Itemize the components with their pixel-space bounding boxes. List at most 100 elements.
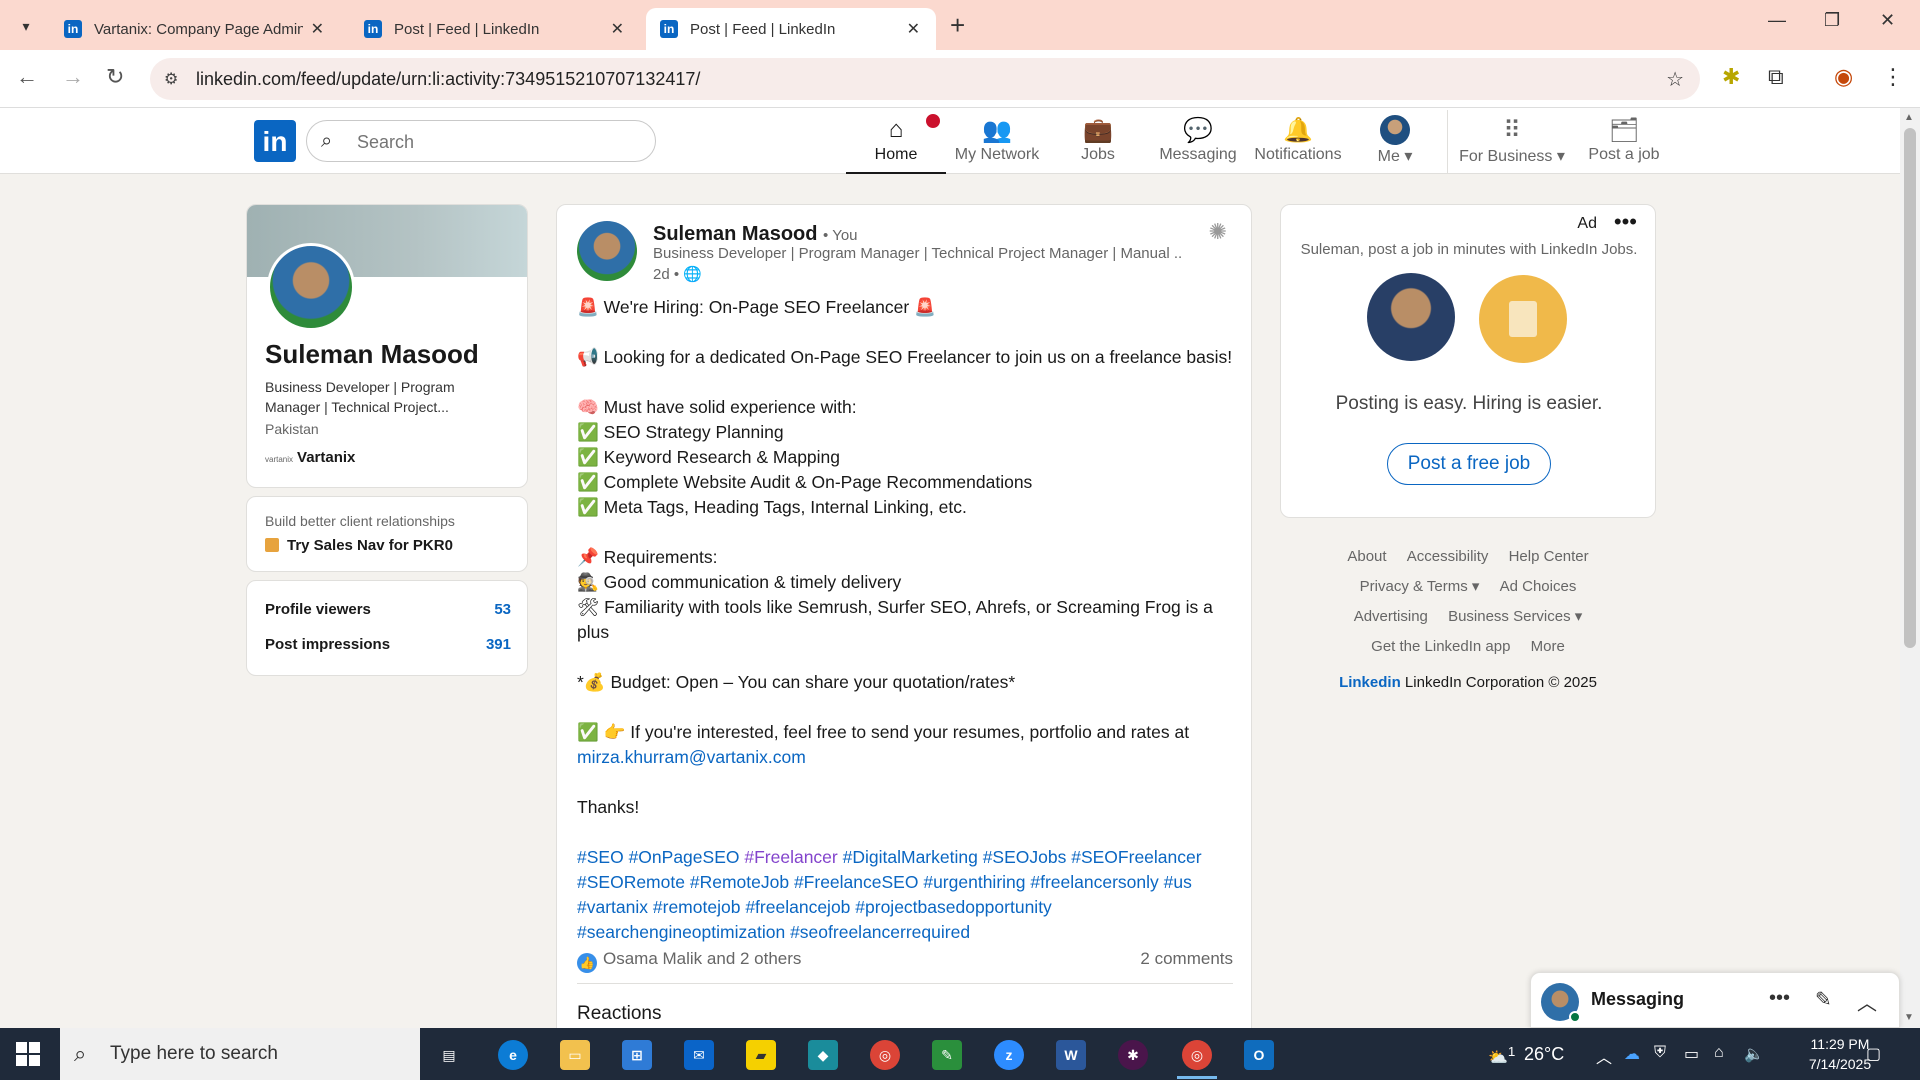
footer-link[interactable]: Accessibility (1407, 548, 1489, 565)
nav-post-a-job[interactable]: 🗂 Post a job (1576, 114, 1672, 174)
windows-start-icon[interactable] (16, 1042, 40, 1066)
hashtag-link[interactable]: #Freelancer (744, 847, 837, 867)
back-icon[interactable]: ← (16, 64, 38, 90)
bookmark-star-icon[interactable]: ☆ (1666, 67, 1684, 92)
nav-home[interactable]: ⌂ Home (846, 112, 946, 174)
hashtag-link[interactable]: #us (1164, 872, 1192, 892)
close-icon[interactable]: ✕ (311, 19, 324, 39)
close-icon[interactable]: ✕ (611, 19, 624, 39)
footer-link[interactable]: Help Center (1509, 548, 1589, 565)
footer-link[interactable]: Advertising (1354, 608, 1428, 625)
nav-my-network[interactable]: 👥 My Network (946, 114, 1048, 174)
footer-link[interactable]: Business Services ▾ (1448, 608, 1582, 625)
address-bar[interactable]: ⚙ linkedin.com/feed/update/urn:li:activi… (150, 58, 1700, 100)
maximize-icon[interactable]: ❐ (1824, 10, 1840, 31)
compose-icon[interactable]: ✎ (1815, 987, 1832, 1012)
hashtag-link[interactable]: #OnPageSEO (629, 847, 740, 867)
close-icon[interactable]: ✕ (907, 19, 920, 39)
zoom-icon[interactable]: z (994, 1040, 1024, 1070)
hashtag-link[interactable]: #DigitalMarketing (843, 847, 978, 867)
nav-jobs[interactable]: 💼 Jobs (1058, 114, 1138, 174)
reactions-count[interactable]: 👍 Osama Malik and 2 others (577, 949, 801, 973)
extension-icon[interactable]: ✱ (1722, 64, 1740, 90)
hashtag-link[interactable]: #SEOJobs (983, 847, 1067, 867)
hashtag-link[interactable]: #SEO (577, 847, 624, 867)
scrollbar-thumb[interactable] (1904, 128, 1916, 648)
hashtag-link[interactable]: #projectbasedopportunity (855, 897, 1052, 917)
weather-temp[interactable]: 26°C (1524, 1044, 1564, 1065)
stat-post-impressions[interactable]: Post impressions 391 (265, 636, 511, 653)
store-icon[interactable]: ⊞ (622, 1040, 652, 1070)
hashtag-link[interactable]: #searchengineoptimization (577, 922, 785, 942)
extensions-puzzle-icon[interactable]: ⧉ (1768, 64, 1784, 90)
reload-icon[interactable]: ↻ (106, 64, 124, 90)
search-box[interactable]: ⌕ (306, 120, 656, 162)
hashtag-link[interactable]: #vartanix (577, 897, 648, 917)
footer-link[interactable]: Ad Choices (1500, 578, 1577, 595)
more-options-icon[interactable]: ••• (1614, 209, 1637, 235)
tab-search-chevron-icon[interactable]: ▾ (14, 14, 38, 38)
onedrive-icon[interactable]: ☁ (1624, 1044, 1640, 1064)
footer-link[interactable]: About (1347, 548, 1386, 565)
slack-icon[interactable]: ✱ (1118, 1040, 1148, 1070)
page-scrollbar[interactable]: ▲ ▼ (1900, 108, 1920, 1028)
edge-icon[interactable]: e (498, 1040, 528, 1070)
forward-icon[interactable]: → (62, 64, 84, 90)
salesnav-link[interactable]: Try Sales Nav for PKR0 (265, 537, 453, 554)
more-options-icon[interactable]: ••• (1769, 987, 1790, 1010)
outlook-icon[interactable]: O (1244, 1040, 1274, 1070)
task-view-icon[interactable]: ▤ (434, 1040, 464, 1070)
hashtag-link[interactable]: #SEORemote (577, 872, 685, 892)
browser-tab[interactable]: in Post | Feed | LinkedIn ✕ (350, 8, 640, 50)
security-icon[interactable]: ⛨ (1654, 1044, 1666, 1062)
footer-link[interactable]: Get the LinkedIn app (1371, 638, 1510, 655)
footer-link[interactable]: More (1531, 638, 1565, 655)
hashtag-link[interactable]: #urgenthiring (923, 872, 1025, 892)
scroll-down-icon[interactable]: ▼ (1904, 1012, 1914, 1023)
post-author[interactable]: Suleman Masood • You (653, 223, 858, 246)
hashtag-link[interactable]: #seofreelancerrequired (790, 922, 970, 942)
profile-icon[interactable]: ◉ (1834, 64, 1853, 90)
nav-me[interactable]: Me ▾ (1360, 114, 1430, 174)
battery-icon[interactable]: ▭ (1684, 1044, 1699, 1064)
hashtag-link[interactable]: #FreelanceSEO (794, 872, 919, 892)
hashtag-link[interactable]: #remotejob (653, 897, 741, 917)
chevron-up-icon[interactable]: ︿ (1596, 1044, 1612, 1068)
word-icon[interactable]: W (1056, 1040, 1086, 1070)
window-close-icon[interactable]: ✕ (1880, 10, 1895, 31)
footer-link[interactable]: Privacy & Terms ▾ (1360, 578, 1480, 595)
sticky-notes-icon[interactable]: ▰ (746, 1040, 776, 1070)
chrome-icon[interactable]: ◎ (870, 1040, 900, 1070)
notification-center-icon[interactable]: ▢ (1866, 1044, 1881, 1064)
browser-menu-icon[interactable]: ⋮ (1882, 64, 1904, 90)
profile-name[interactable]: Suleman Masood (265, 339, 479, 370)
volume-icon[interactable]: 🔈 (1744, 1044, 1764, 1064)
browser-tab[interactable]: in Vartanix: Company Page Admin ✕ (50, 8, 340, 50)
nav-notifications[interactable]: 🔔 Notifications (1248, 114, 1348, 174)
messaging-overlay[interactable]: Messaging ••• ✎ ︿ (1530, 972, 1900, 1028)
new-tab-icon[interactable]: + (950, 10, 965, 41)
site-info-icon[interactable]: ⚙ (164, 69, 178, 89)
comments-count[interactable]: 2 comments (1140, 949, 1233, 973)
hashtag-link[interactable]: #freelancersonly (1030, 872, 1158, 892)
app-icon[interactable]: ◆ (808, 1040, 838, 1070)
hashtag-link[interactable]: #RemoteJob (690, 872, 789, 892)
taskbar-search[interactable]: ⌕ Type here to search (60, 1028, 420, 1080)
linkedin-logo[interactable]: in (254, 120, 296, 162)
app-icon[interactable]: ✎ (932, 1040, 962, 1070)
hashtag-link[interactable]: #SEOFreelancer (1071, 847, 1201, 867)
hashtag-link[interactable]: #freelancejob (745, 897, 850, 917)
chrome-icon[interactable]: ◎ (1182, 1040, 1212, 1070)
email-link[interactable]: mirza.khurram@vartanix.com (577, 747, 806, 767)
stat-profile-viewers[interactable]: Profile viewers 53 (265, 601, 511, 618)
network-icon[interactable]: ⌂ (1714, 1044, 1724, 1062)
url-text[interactable]: linkedin.com/feed/update/urn:li:activity… (196, 69, 700, 90)
scroll-up-icon[interactable]: ▲ (1904, 112, 1914, 123)
profile-avatar[interactable] (267, 243, 355, 331)
file-explorer-icon[interactable]: ▭ (560, 1040, 590, 1070)
profile-company[interactable]: vartanix Vartanix (265, 449, 355, 466)
browser-tab-active[interactable]: in Post | Feed | LinkedIn ✕ (646, 8, 936, 50)
search-input[interactable] (357, 129, 637, 155)
chevron-up-icon[interactable]: ︿ (1857, 987, 1877, 1016)
salesnav-card[interactable]: Build better client relationships Try Sa… (246, 496, 528, 572)
